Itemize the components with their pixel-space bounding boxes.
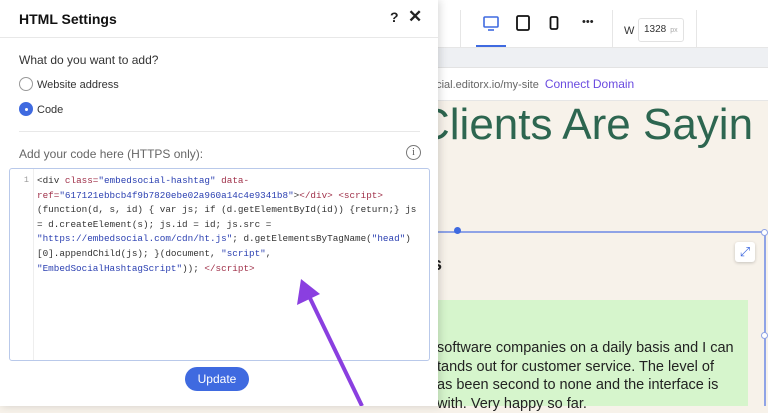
line-numbers: 1	[10, 169, 34, 360]
desktop-icon[interactable]	[482, 14, 500, 32]
code-editor[interactable]: 1 <div class="embedsocial-hashtag" data-…	[9, 168, 430, 361]
width-input[interactable]: 1328 px	[638, 18, 684, 42]
active-device-indicator	[476, 45, 506, 47]
selection-handle[interactable]	[454, 227, 461, 234]
width-value: 1328	[644, 24, 666, 35]
code-line: [0].appendChild(js); }(document, "script…	[37, 247, 416, 262]
line-number: 1	[24, 175, 29, 185]
radio-website-address[interactable]	[19, 77, 33, 91]
divider	[19, 131, 420, 132]
code-line: ref="617121ebbcb4f9b7820ebe02a960a14c4e9…	[37, 189, 416, 204]
radio-label[interactable]: Website address	[37, 79, 119, 91]
info-icon[interactable]: i	[406, 145, 421, 160]
divider	[696, 10, 697, 48]
update-button[interactable]: Update	[185, 367, 249, 391]
selection-border	[764, 231, 766, 406]
panel-title: HTML Settings	[19, 11, 117, 27]
add-question: What do you want to add?	[19, 53, 158, 67]
divider	[460, 10, 461, 48]
code-line: = d.createElement(s); js.id = id; js.src…	[37, 218, 416, 233]
mobile-icon[interactable]	[545, 14, 563, 32]
quote-line: with. Very happy so far.	[437, 395, 734, 413]
section-heading: Clients Are Sayin	[418, 100, 753, 150]
site-url: ocial.editorx.io/my-site	[430, 79, 539, 91]
testimonial-text: software companies on a daily basis and …	[437, 339, 734, 413]
code-line: "https://embedsocial.com/cdn/ht.js"; d.g…	[37, 232, 416, 247]
code-content[interactable]: <div class="embedsocial-hashtag" data-re…	[37, 174, 416, 276]
quote-line: as been second to none and the interface…	[437, 376, 734, 395]
width-label: W	[624, 25, 634, 37]
quote-line: tands out for customer service. The leve…	[437, 358, 734, 377]
code-line: <div class="embedsocial-hashtag" data-	[37, 174, 416, 189]
code-line: (function(d, s, id) { var js; if (d.getE…	[37, 203, 416, 218]
radio-label[interactable]: Code	[37, 104, 63, 116]
code-line: "EmbedSocialHashtagScript")); </script>	[37, 262, 416, 277]
divider	[612, 10, 613, 48]
selection-handle[interactable]	[761, 229, 768, 236]
more-button[interactable]: •••	[582, 16, 594, 28]
width-unit: px	[670, 27, 677, 34]
panel-header: HTML Settings ? ✕	[0, 0, 438, 38]
tablet-icon[interactable]	[514, 14, 532, 32]
quote-line: software companies on a daily basis and …	[437, 339, 734, 358]
help-icon[interactable]: ?	[390, 9, 399, 25]
radio-code[interactable]	[19, 102, 33, 116]
close-icon[interactable]: ✕	[408, 7, 422, 27]
html-settings-panel: HTML Settings ? ✕ What do you want to ad…	[0, 0, 438, 406]
expand-icon[interactable]: ⤢	[735, 242, 755, 262]
selection-border	[430, 231, 766, 233]
selection-handle[interactable]	[761, 332, 768, 339]
code-label: Add your code here (HTTPS only):	[19, 147, 203, 161]
connect-domain-link[interactable]: Connect Domain	[545, 77, 634, 91]
